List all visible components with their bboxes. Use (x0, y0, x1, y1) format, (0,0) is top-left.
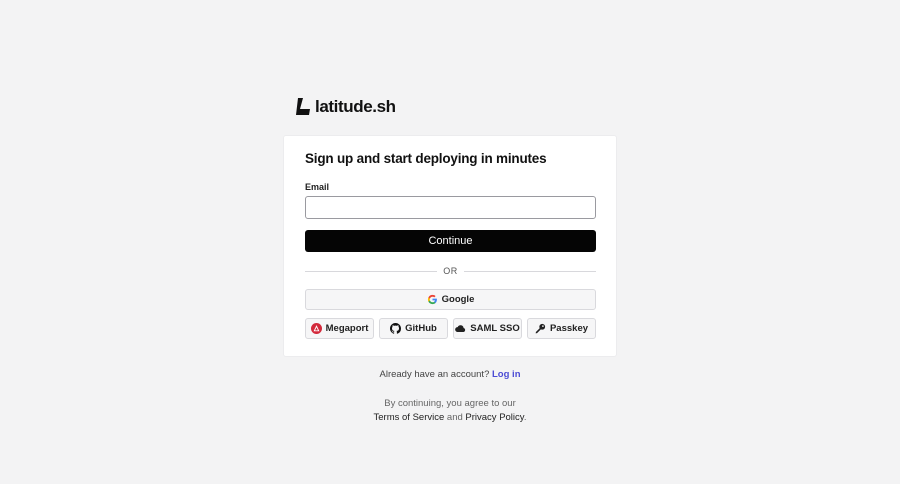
google-label: Google (441, 294, 475, 305)
megaport-icon (310, 323, 322, 334)
email-input[interactable] (305, 196, 596, 219)
legal-notice: By continuing, you agree to our Terms of… (0, 397, 900, 425)
saml-sso-label: SAML SSO (470, 323, 520, 334)
saml-sso-button[interactable]: SAML SSO (453, 318, 522, 339)
already-account-text: Already have an account? (379, 369, 490, 380)
google-button[interactable]: Google (305, 289, 596, 310)
megaport-button[interactable]: Megaport (305, 318, 374, 339)
passkey-label: Passkey (549, 323, 589, 334)
agree-text: By continuing, you agree to our (384, 398, 516, 409)
login-prompt: Already have an account? Log in (0, 369, 900, 380)
legal-links-line: Terms of Service and Privacy Policy. (0, 411, 900, 425)
email-label: Email (305, 182, 330, 192)
terms-link[interactable]: Terms of Service (374, 412, 445, 423)
continue-button[interactable]: Continue (305, 230, 596, 252)
sso-button-row: Megaport GitHub SAML SSO Passkey (305, 318, 597, 339)
divider-line-right (463, 270, 596, 272)
or-divider: OR (305, 264, 596, 278)
megaport-label: Megaport (325, 323, 369, 334)
privacy-link[interactable]: Privacy Policy (465, 412, 523, 423)
github-icon (390, 323, 402, 334)
google-icon (427, 294, 438, 305)
signup-page: latitude.sh Sign up and start deploying … (0, 0, 900, 484)
latitude-logo-icon (296, 98, 310, 115)
github-button[interactable]: GitHub (379, 318, 448, 339)
period-text: . (523, 412, 527, 423)
signup-card: Sign up and start deploying in minutes E… (283, 135, 617, 357)
brand-name: latitude.sh (315, 97, 396, 116)
key-icon (535, 323, 546, 334)
brand-logo[interactable]: latitude.sh (296, 97, 396, 117)
cloud-icon (455, 323, 466, 334)
or-label: OR (443, 266, 458, 276)
passkey-button[interactable]: Passkey (527, 318, 596, 339)
login-link[interactable]: Log in (492, 369, 521, 380)
divider-line-left (305, 270, 438, 272)
github-label: GitHub (405, 323, 437, 334)
signup-heading: Sign up and start deploying in minutes (305, 151, 547, 166)
and-text: and (446, 412, 463, 423)
